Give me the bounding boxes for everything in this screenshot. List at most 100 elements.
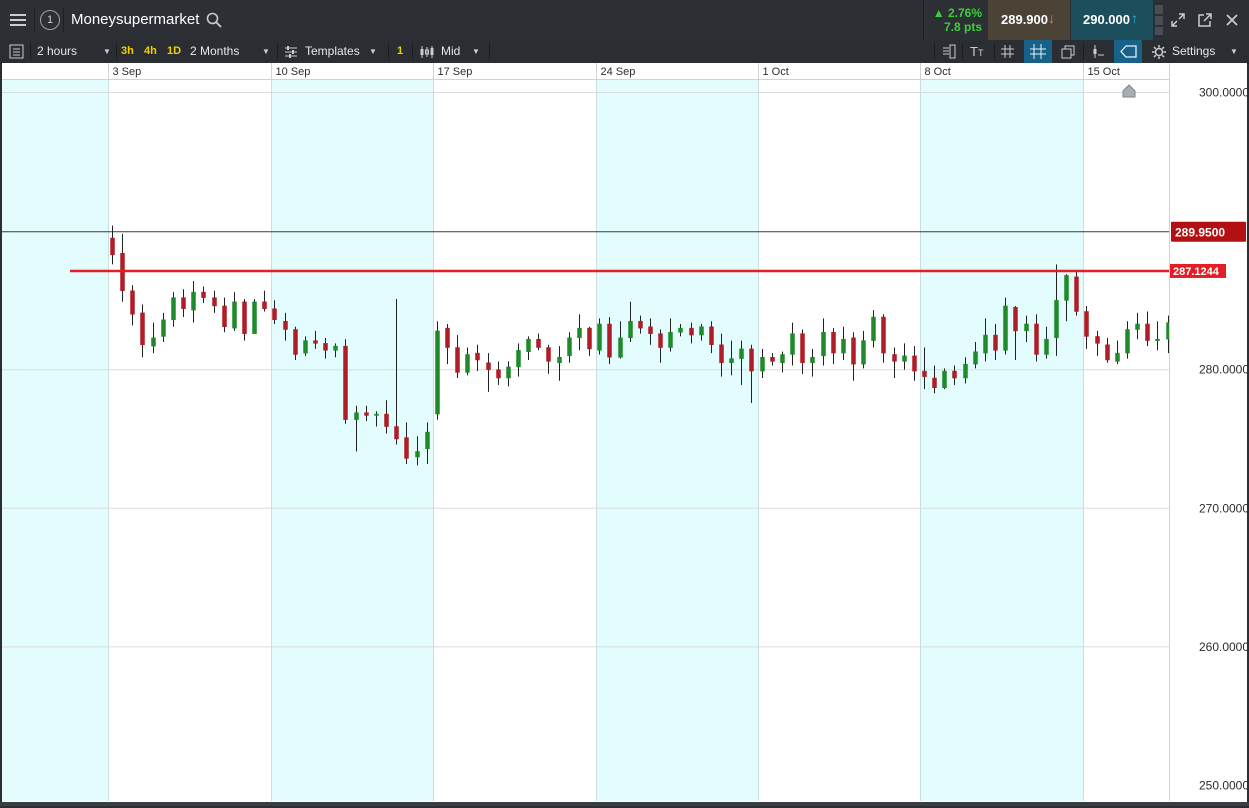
price-chart[interactable]: 3 Sep 10 Sep 17 Sep 24 Sep 1 Oct 8 Oct 15 Oct 3… <box>2 63 1249 803</box>
candle-body <box>638 320 643 329</box>
layers-icon[interactable] <box>1060 44 1076 59</box>
order-book-icon[interactable] <box>941 44 957 59</box>
candle-body <box>597 323 602 351</box>
popout-icon[interactable] <box>1197 12 1213 28</box>
candle <box>942 368 947 390</box>
settings-label: Settings <box>1172 44 1216 58</box>
chart-number-badge[interactable]: 1 <box>40 10 60 30</box>
candle-body <box>232 301 237 329</box>
range-dropdown[interactable]: 2 Months ▼ <box>190 40 274 63</box>
candle-body <box>201 291 206 298</box>
candlestick-chart[interactable]: 3 Sep 10 Sep 17 Sep 24 Sep 1 Oct 8 Oct 15 Oct 3… <box>2 63 1249 803</box>
week-band <box>2 80 109 801</box>
candle-body <box>1125 329 1130 354</box>
candle <box>1155 321 1160 351</box>
candle <box>1125 321 1130 359</box>
candle-body <box>323 343 328 351</box>
alert-tag-toggle[interactable] <box>1114 40 1142 63</box>
candle-body <box>668 332 673 348</box>
chevron-down-icon: ▼ <box>262 47 270 56</box>
week-band <box>920 80 1084 801</box>
grid-icon[interactable] <box>1000 44 1015 59</box>
candle-body <box>658 333 663 348</box>
price-type-dropdown[interactable]: Mid ▼ <box>441 40 487 63</box>
week-band <box>271 80 434 801</box>
candle-body <box>1034 323 1039 355</box>
candle-body <box>881 316 886 354</box>
week-band <box>596 80 759 801</box>
interval-dropdown[interactable]: 2 hours ▼ <box>37 40 113 63</box>
candle-body <box>821 332 826 357</box>
close-icon[interactable] <box>1224 12 1240 28</box>
hamburger-menu-icon[interactable] <box>9 11 27 29</box>
expand-icon[interactable] <box>1170 12 1186 28</box>
change-percent: ▲ 2.76% <box>932 6 982 20</box>
candle-body <box>577 327 582 339</box>
candle-body <box>678 327 683 333</box>
compare-icon[interactable] <box>1090 44 1106 59</box>
quick-4h-button[interactable]: 4h <box>144 40 157 63</box>
candlestick-type-icon[interactable] <box>419 45 435 59</box>
candle <box>506 361 511 387</box>
price-tick-label: 280.0000 <box>1199 363 1247 377</box>
candle <box>120 233 125 302</box>
list-icon[interactable] <box>9 44 24 59</box>
candle-body <box>445 327 450 348</box>
candle <box>892 347 897 379</box>
candle <box>851 332 856 381</box>
candle <box>577 314 582 351</box>
search-icon[interactable] <box>206 12 222 28</box>
candle-body <box>942 370 947 388</box>
candle <box>242 299 247 341</box>
candle <box>526 336 531 360</box>
candle <box>201 286 206 304</box>
candle <box>252 299 257 334</box>
candle-body <box>354 412 359 420</box>
buy-price: 290.000 <box>1083 12 1130 27</box>
candle <box>222 297 227 333</box>
candle-body <box>973 351 978 365</box>
studies-count-badge[interactable]: 1 <box>397 40 403 63</box>
candle <box>486 353 491 392</box>
panel-handle-icon[interactable] <box>1153 3 1165 37</box>
candle-body <box>922 370 927 377</box>
instrument-name[interactable]: Moneysupermarket <box>71 10 199 30</box>
candle-body <box>1024 323 1029 332</box>
candle-body <box>1135 323 1140 330</box>
buy-button[interactable]: 290.000 ↑ <box>1071 0 1153 40</box>
candle-body <box>729 358 734 364</box>
quick-3h-button[interactable]: 3h <box>121 40 134 63</box>
candle-body <box>140 312 145 346</box>
candle <box>191 280 196 323</box>
gear-icon[interactable] <box>1151 44 1167 60</box>
candle-body <box>293 329 298 355</box>
candle-body <box>628 320 633 339</box>
candle-body <box>1095 336 1100 344</box>
candle-body <box>607 323 612 358</box>
price-axis <box>1169 63 1247 801</box>
candle-body <box>262 301 267 309</box>
settings-dropdown[interactable]: Settings ▼ <box>1172 40 1242 63</box>
text-tool-icon[interactable]: TT <box>970 43 988 60</box>
candle-body <box>516 350 521 368</box>
candle-body <box>384 413 389 427</box>
candle <box>810 348 815 377</box>
sell-button[interactable]: 289.900 ↓ <box>988 0 1070 40</box>
candle-body <box>1155 338 1160 341</box>
candle-body <box>415 451 420 458</box>
candle <box>1145 311 1150 347</box>
candle-body <box>242 301 247 334</box>
templates-dropdown[interactable]: Templates ▼ <box>305 40 385 63</box>
candle <box>161 312 166 342</box>
crosshair-icon <box>1030 44 1046 59</box>
candle-body <box>780 354 785 364</box>
candle-body <box>212 297 217 307</box>
candle <box>587 326 592 356</box>
candle <box>171 292 176 327</box>
navigator-strip[interactable] <box>0 802 1249 806</box>
sell-arrow-icon: ↓ <box>1048 10 1055 26</box>
quick-1d-button[interactable]: 1D <box>167 40 181 63</box>
candle <box>516 343 521 377</box>
date-label: 1 Oct <box>763 66 789 78</box>
crosshair-toggle[interactable] <box>1024 40 1052 63</box>
